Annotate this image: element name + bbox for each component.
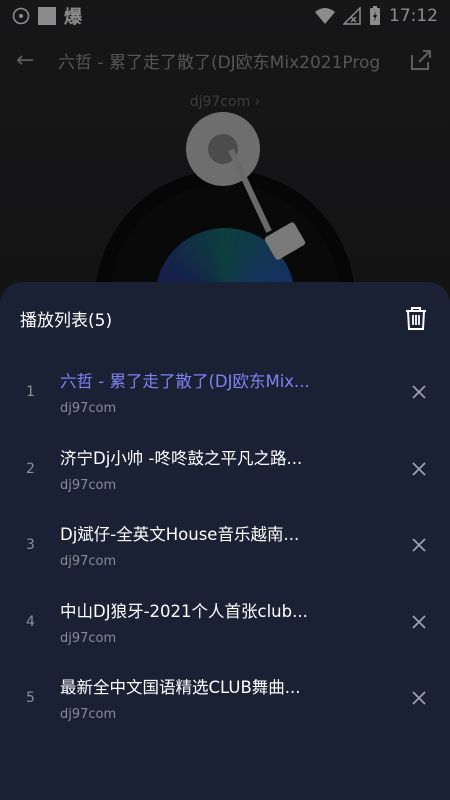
song-source: dj97com xyxy=(60,554,117,570)
item-meta: 中山DJ狼牙-2021个人首张club... dj97com xyxy=(60,598,404,646)
item-index: 4 xyxy=(26,613,35,630)
song-title: 中山DJ狼牙-2021个人首张club... xyxy=(60,601,308,621)
song-source: dj97com xyxy=(60,630,117,646)
remove-item-icon[interactable] xyxy=(404,377,434,407)
remove-item-icon[interactable] xyxy=(404,454,434,484)
playlist-item[interactable]: 3 Dj斌仔-全英文House音乐越南... dj97com xyxy=(0,507,450,584)
item-index: 2 xyxy=(26,460,35,477)
playlist-title: 播放列表(5) xyxy=(20,310,113,331)
playlist-item[interactable]: 4 中山DJ狼牙-2021个人首张club... dj97com xyxy=(0,584,450,661)
item-index: 3 xyxy=(26,537,35,554)
playlist-item[interactable]: 2 济宁Dj小帅 -咚咚鼓之平凡之路... dj97com xyxy=(0,431,450,508)
playlist-header: 播放列表(5) xyxy=(0,282,450,354)
item-index: 1 xyxy=(26,384,35,401)
item-index: 5 xyxy=(26,690,35,707)
remove-item-icon[interactable] xyxy=(404,607,434,637)
playlist-sheet: 播放列表(5) 1 六哲 - 累了走了散了(DJ欧东Mix... dj97com… xyxy=(0,282,450,800)
song-source: dj97com xyxy=(60,401,117,417)
item-meta: 济宁Dj小帅 -咚咚鼓之平凡之路... dj97com xyxy=(60,445,404,493)
trash-icon[interactable] xyxy=(402,304,430,332)
remove-item-icon[interactable] xyxy=(404,683,434,713)
song-title: 最新全中文国语精选CLUB舞曲... xyxy=(60,678,301,698)
song-title: Dj斌仔-全英文House音乐越南... xyxy=(60,525,300,545)
item-meta: 六哲 - 累了走了散了(DJ欧东Mix... dj97com xyxy=(60,368,404,416)
song-source: dj97com xyxy=(60,707,117,723)
song-title: 六哲 - 累了走了散了(DJ欧东Mix... xyxy=(60,372,310,392)
item-meta: 最新全中文国语精选CLUB舞曲... dj97com xyxy=(60,674,404,722)
playlist-item[interactable]: 1 六哲 - 累了走了散了(DJ欧东Mix... dj97com xyxy=(0,354,450,431)
song-title: 济宁Dj小帅 -咚咚鼓之平凡之路... xyxy=(60,448,303,468)
playlist: 1 六哲 - 累了走了散了(DJ欧东Mix... dj97com 2 济宁Dj小… xyxy=(0,354,450,737)
item-meta: Dj斌仔-全英文House音乐越南... dj97com xyxy=(60,521,404,569)
song-source: dj97com xyxy=(60,477,117,493)
playlist-item[interactable]: 5 最新全中文国语精选CLUB舞曲... dj97com xyxy=(0,660,450,737)
remove-item-icon[interactable] xyxy=(404,530,434,560)
